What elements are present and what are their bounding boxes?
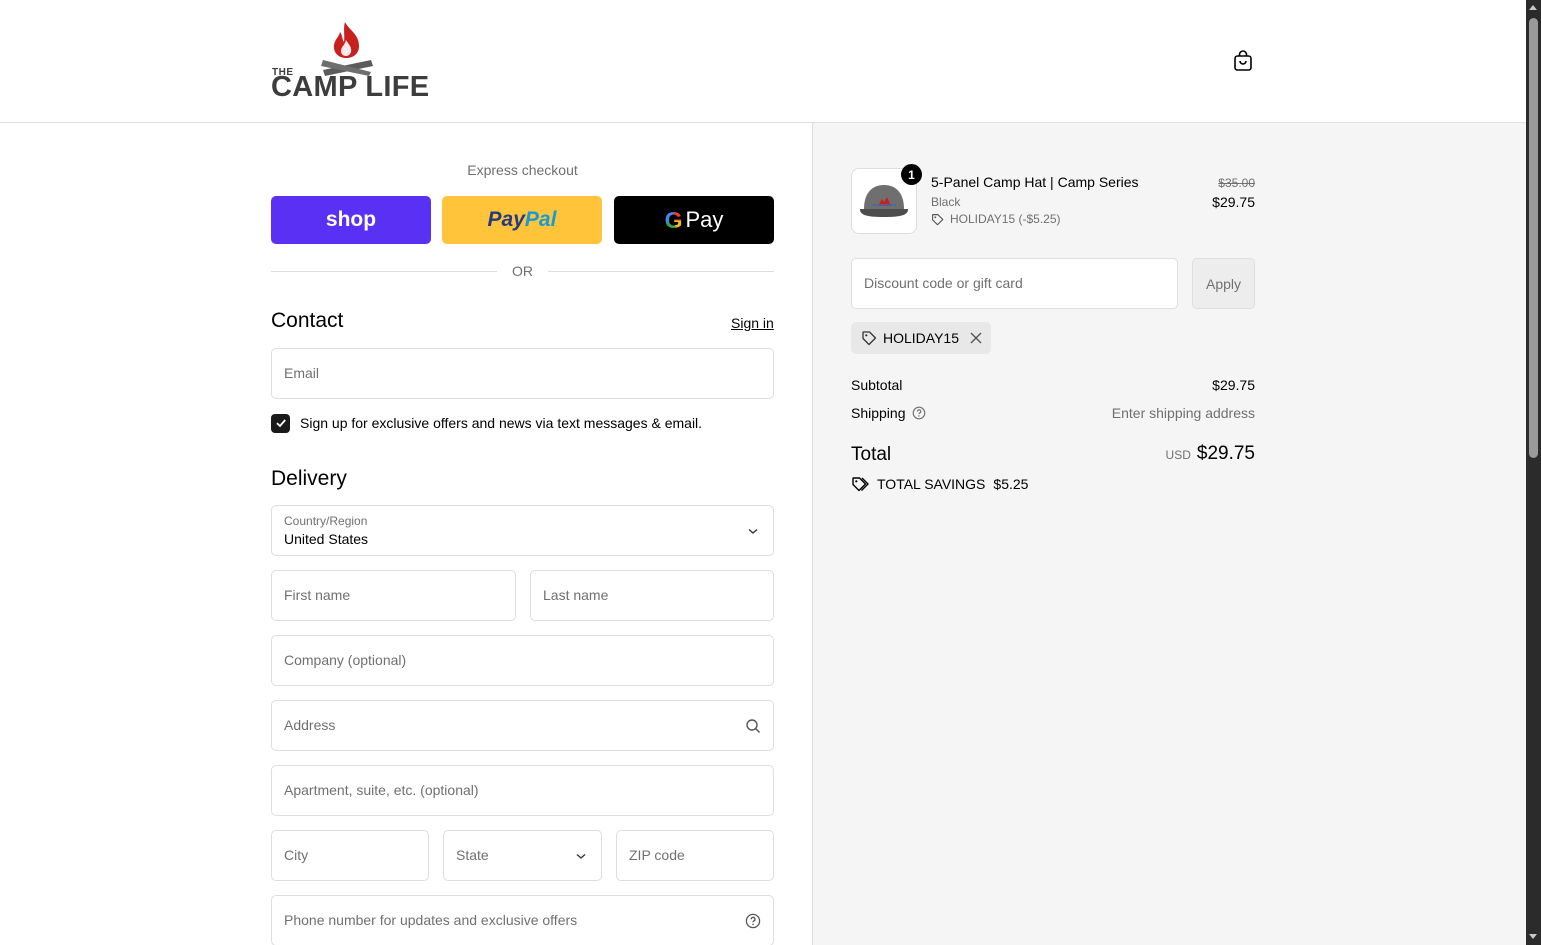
paypal-logo: PayPal bbox=[487, 208, 557, 231]
subtotal-label: Subtotal bbox=[851, 377, 903, 393]
email-field[interactable]: Email bbox=[271, 348, 774, 399]
applied-code-label: HOLIDAY15 bbox=[883, 330, 959, 346]
sign-in-link[interactable]: Sign in bbox=[731, 315, 774, 331]
country-label: Country/Region bbox=[284, 514, 368, 528]
or-divider: OR bbox=[271, 262, 774, 280]
product-variant: Black bbox=[931, 195, 961, 209]
tag-icon bbox=[932, 213, 944, 225]
google-pay-logo: G Pay bbox=[664, 206, 724, 233]
shop-pay-label: shop bbox=[325, 208, 377, 231]
apartment-field[interactable]: Apartment, suite, etc. (optional) bbox=[271, 765, 774, 816]
marketing-label: Sign up for exclusive offers and news vi… bbox=[300, 415, 703, 431]
marketing-opt-in: Sign up for exclusive offers and news vi… bbox=[271, 413, 702, 433]
delivery-title: Delivery bbox=[271, 467, 347, 490]
page-scrollbar[interactable] bbox=[1526, 0, 1541, 945]
subtotal-value: $29.75 bbox=[1212, 377, 1255, 393]
discount-code-field[interactable]: Discount code or gift card bbox=[851, 258, 1178, 309]
chevron-down-icon bbox=[573, 848, 589, 864]
product-original-price: $35.00 bbox=[1218, 176, 1255, 190]
shipping-value: Enter shipping address bbox=[1111, 405, 1255, 421]
total-value-row: USD $29.75 bbox=[1055, 443, 1255, 465]
tag-icon bbox=[862, 331, 877, 346]
remove-discount-icon[interactable] bbox=[969, 331, 983, 345]
apply-discount-button[interactable]: Apply bbox=[1192, 258, 1255, 309]
total-savings: TOTAL SAVINGS $5.25 bbox=[851, 476, 1028, 492]
state-select[interactable]: State bbox=[443, 830, 602, 881]
shipping-help-icon[interactable] bbox=[912, 406, 926, 420]
google-pay-button[interactable]: G Pay bbox=[614, 196, 774, 244]
address-field[interactable]: Address bbox=[271, 700, 774, 751]
chevron-down-icon bbox=[745, 523, 761, 539]
shop-pay-button[interactable]: shop bbox=[271, 196, 431, 244]
checkmark-icon bbox=[275, 419, 286, 428]
country-select[interactable]: Country/Region United States bbox=[271, 505, 774, 556]
scroll-up-arrow[interactable] bbox=[1529, 5, 1537, 10]
last-name-field[interactable]: Last name bbox=[530, 570, 774, 621]
product-discount: HOLIDAY15 (-$5.25) bbox=[931, 212, 1061, 226]
email-placeholder: Email bbox=[284, 365, 320, 381]
product-price: $29.75 bbox=[1212, 194, 1255, 210]
total-label: Total bbox=[851, 444, 892, 465]
savings-tag-icon bbox=[852, 477, 869, 492]
scrollbar-thumb[interactable] bbox=[1529, 18, 1538, 458]
contact-title: Contact bbox=[271, 309, 344, 332]
phone-field[interactable]: Phone number for updates and exclusive o… bbox=[271, 895, 774, 945]
shipping-label: Shipping bbox=[851, 405, 906, 421]
shipping-row: Shipping bbox=[851, 405, 926, 421]
savings-label: TOTAL SAVINGS bbox=[877, 476, 986, 492]
currency-code: USD bbox=[1165, 448, 1191, 462]
city-field[interactable]: City bbox=[271, 830, 429, 881]
campfire-icon bbox=[321, 22, 373, 76]
order-summary-panel bbox=[812, 123, 1526, 945]
zip-field[interactable]: ZIP code bbox=[616, 830, 774, 881]
google-g-icon: G bbox=[664, 206, 683, 233]
help-circle-icon[interactable] bbox=[745, 913, 761, 929]
company-field[interactable]: Company (optional) bbox=[271, 635, 774, 686]
logo-name: CAMP LIFE bbox=[271, 71, 430, 103]
total-value: $29.75 bbox=[1196, 443, 1255, 464]
first-name-field[interactable]: First name bbox=[271, 570, 516, 621]
product-name: 5-Panel Camp Hat | Camp Series bbox=[931, 174, 1139, 190]
paypal-button[interactable]: PayPal bbox=[442, 196, 602, 244]
search-icon bbox=[745, 718, 761, 734]
shopping-bag-icon[interactable] bbox=[1231, 49, 1255, 73]
quantity-badge: 1 bbox=[901, 164, 922, 185]
site-header: THE CAMP LIFE bbox=[0, 0, 1526, 123]
camp-life-logo[interactable]: THE CAMP LIFE bbox=[271, 18, 429, 104]
country-value: United States bbox=[284, 531, 369, 547]
applied-discount-chip: HOLIDAY15 bbox=[851, 322, 991, 354]
savings-value: $5.25 bbox=[993, 476, 1029, 492]
marketing-checkbox[interactable] bbox=[271, 413, 290, 433]
scroll-down-arrow[interactable] bbox=[1529, 934, 1537, 939]
express-checkout-title: Express checkout bbox=[467, 162, 578, 178]
